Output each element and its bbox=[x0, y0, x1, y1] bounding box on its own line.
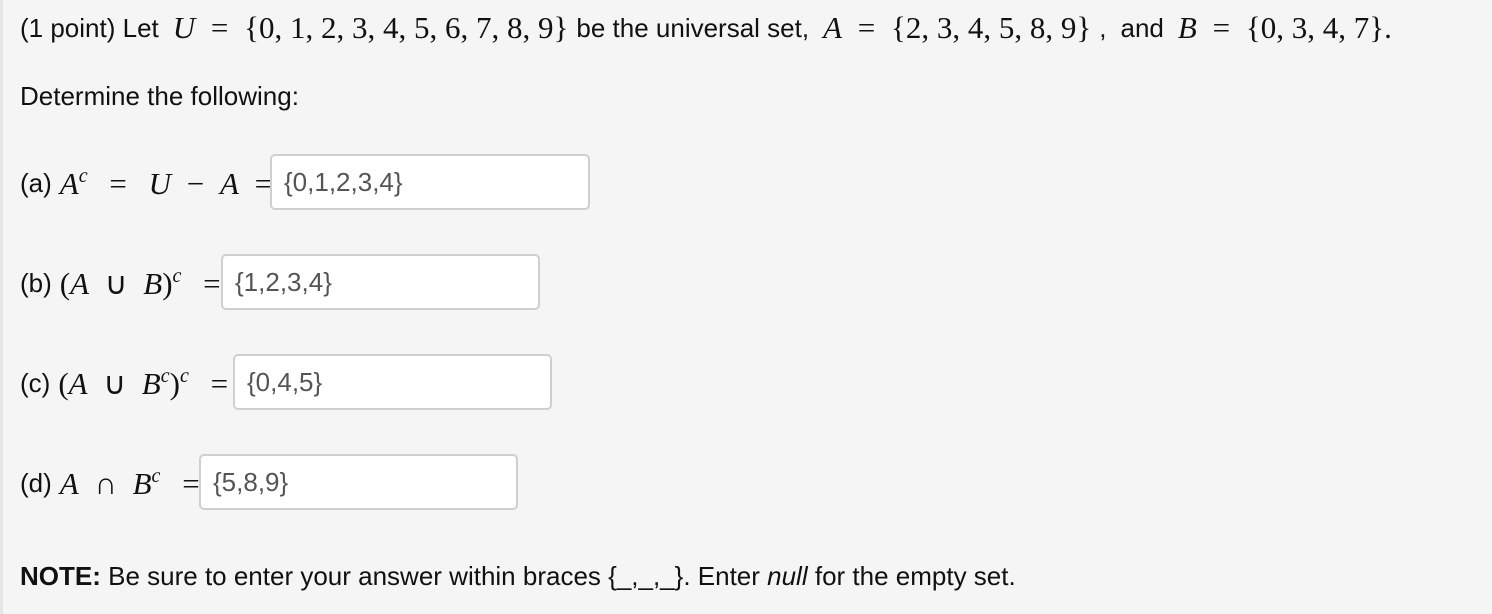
part-c-answer-input[interactable] bbox=[233, 354, 552, 410]
note-label: NOTE: bbox=[20, 560, 101, 591]
part-d-expression: A ∩ Bc = bbox=[59, 464, 200, 501]
part-b-label: (b) (A ∪ B)c = bbox=[20, 264, 221, 301]
part-a-label: (a) Ac = U − A = bbox=[20, 164, 273, 201]
set-b-expr: B = {0, 3, 4, 7}. bbox=[1177, 10, 1392, 45]
set-a: {2, 3, 4, 5, 8, 9} bbox=[891, 10, 1092, 45]
universal-text: be the universal set, bbox=[576, 12, 810, 43]
note: NOTE: Be sure to enter your answer withi… bbox=[20, 560, 1016, 591]
part-a-answer-input[interactable] bbox=[270, 154, 590, 210]
and-text: and bbox=[1120, 12, 1164, 43]
set-a-expr: A = {2, 3, 4, 5, 8, 9} bbox=[823, 10, 1092, 45]
part-c-expression: (A ∪ Bc)c = bbox=[58, 364, 229, 401]
null-keyword: null bbox=[767, 560, 808, 591]
instruction: Determine the following: bbox=[20, 80, 299, 111]
left-border bbox=[0, 0, 3, 614]
part-c-label: (c) (A ∪ Bc)c = bbox=[20, 364, 229, 401]
part-a-expression: Ac = U − A = bbox=[59, 164, 273, 201]
universal-set-expr: U = {0, 1, 2, 3, 4, 5, 6, 7, 8, 9} bbox=[172, 10, 569, 45]
part-b-answer-input[interactable] bbox=[221, 254, 540, 310]
part-d-answer-input[interactable] bbox=[199, 454, 518, 510]
problem-statement: (1 point) Let U = {0, 1, 2, 3, 4, 5, 6, … bbox=[20, 10, 1392, 45]
part-d-label: (d) A ∩ Bc = bbox=[20, 464, 200, 501]
part-b-expression: (A ∪ B)c = bbox=[59, 264, 221, 301]
set-b: {0, 3, 4, 7}. bbox=[1245, 10, 1392, 45]
universal-set: {0, 1, 2, 3, 4, 5, 6, 7, 8, 9} bbox=[244, 10, 569, 45]
points-label: (1 point) Let bbox=[20, 12, 159, 43]
